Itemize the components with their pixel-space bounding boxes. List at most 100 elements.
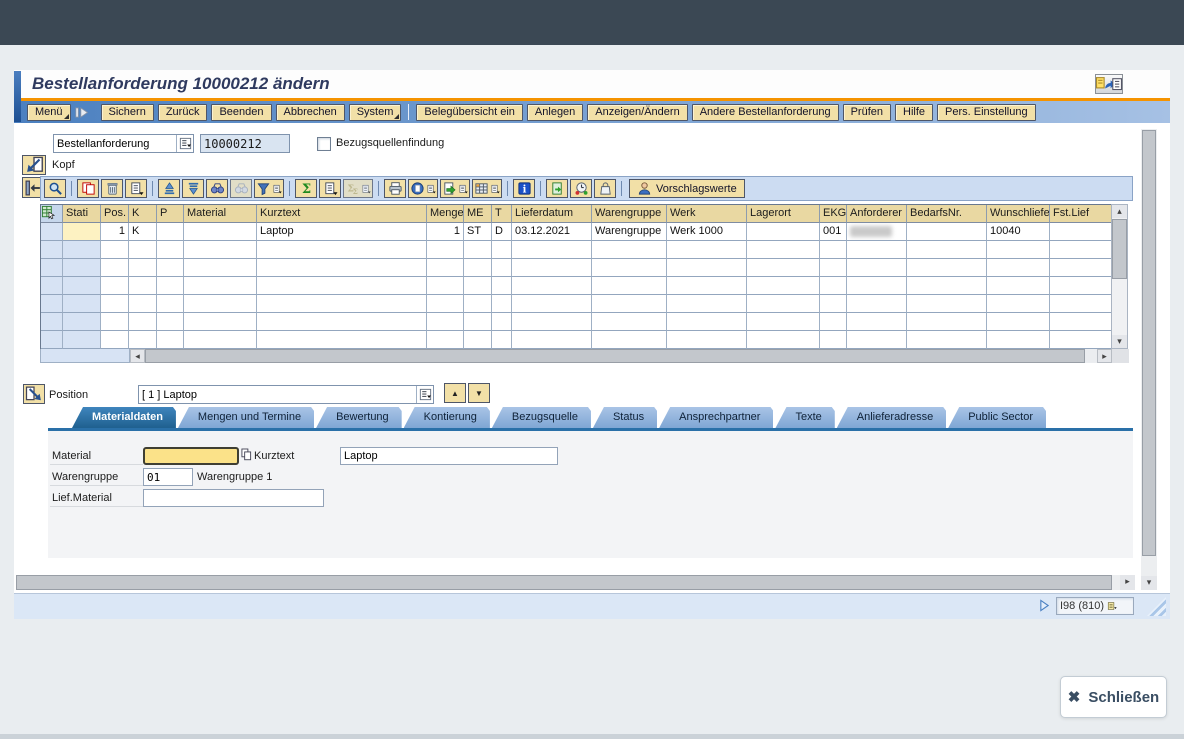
cell-t[interactable] — [492, 241, 512, 259]
status-play-icon[interactable] — [1039, 599, 1050, 612]
document-overview-button[interactable]: Belegübersicht ein — [416, 104, 523, 121]
cell-kurztext[interactable] — [257, 241, 427, 259]
display-change-button[interactable]: Anzeigen/Ändern — [587, 104, 687, 121]
other-requisition-button[interactable]: Andere Bestellanforderung — [692, 104, 839, 121]
cell-me[interactable] — [464, 295, 492, 313]
cell-werk[interactable] — [667, 241, 747, 259]
cell-t[interactable] — [492, 259, 512, 277]
cell-wunschliefer[interactable] — [987, 295, 1050, 313]
cell-kurztext[interactable] — [257, 331, 427, 349]
cell-wunschliefer[interactable] — [987, 241, 1050, 259]
cell-bedarfsnr[interactable] — [907, 331, 987, 349]
cell-lieferdatum[interactable] — [512, 331, 592, 349]
dropdown-icon[interactable] — [176, 135, 193, 152]
scroll-down-icon[interactable]: ▾ — [1112, 335, 1127, 348]
cell-werk[interactable] — [667, 331, 747, 349]
cell-ekg[interactable] — [820, 313, 847, 331]
cell-k[interactable] — [129, 295, 157, 313]
column-header-lagerort[interactable]: Lagerort — [747, 205, 820, 223]
cell-p[interactable] — [157, 295, 184, 313]
cell-werk[interactable] — [667, 259, 747, 277]
cell-t[interactable] — [492, 331, 512, 349]
cell-warengruppe[interactable] — [592, 331, 667, 349]
column-header-warengruppe[interactable]: Warengruppe — [592, 205, 667, 223]
tab-mengen-und-termine[interactable]: Mengen und Termine — [178, 407, 314, 428]
cell-sel[interactable] — [41, 277, 63, 295]
collapse-item-button[interactable] — [23, 384, 45, 404]
cell-stati[interactable] — [63, 331, 101, 349]
next-screen-icon[interactable] — [75, 104, 97, 120]
next-item-button[interactable]: ▼ — [468, 383, 490, 403]
cell-fstlief[interactable] — [1050, 331, 1112, 349]
scrollbar-thumb[interactable] — [145, 349, 1085, 363]
table-row-empty[interactable] — [41, 295, 1111, 313]
cell-wunschliefer[interactable] — [987, 313, 1050, 331]
cell-menge[interactable] — [427, 277, 464, 295]
cell-bedarfsnr[interactable] — [907, 241, 987, 259]
column-header-menge[interactable]: Menge — [427, 205, 464, 223]
cell-lieferdatum[interactable] — [512, 313, 592, 331]
scroll-right-icon[interactable]: ▸ — [1120, 575, 1135, 590]
cell-anforderer[interactable] — [847, 223, 907, 241]
cell-anforderer[interactable] — [847, 295, 907, 313]
cell-k[interactable] — [129, 331, 157, 349]
close-overlay-button[interactable]: ✖ Schließen — [1060, 676, 1167, 718]
table-row-empty[interactable] — [41, 241, 1111, 259]
cell-bedarfsnr[interactable] — [907, 295, 987, 313]
cell-lieferdatum[interactable] — [512, 295, 592, 313]
cell-kurztext[interactable] — [257, 259, 427, 277]
cell-anforderer[interactable] — [847, 259, 907, 277]
check-button[interactable]: Prüfen — [843, 104, 891, 121]
column-header-sel[interactable] — [41, 205, 63, 223]
cell-kurztext[interactable] — [257, 295, 427, 313]
cell-warengruppe[interactable] — [592, 313, 667, 331]
cell-menge[interactable] — [427, 295, 464, 313]
cell-p[interactable] — [157, 313, 184, 331]
column-header-werk[interactable]: Werk — [667, 205, 747, 223]
details-button[interactable] — [44, 179, 66, 198]
cell-pos[interactable] — [101, 295, 129, 313]
scroll-up-icon[interactable]: ▴ — [1112, 205, 1127, 218]
column-header-p[interactable]: P — [157, 205, 184, 223]
cell-lieferdatum[interactable] — [512, 259, 592, 277]
create-button[interactable]: Anlegen — [527, 104, 583, 121]
cell-p[interactable] — [157, 277, 184, 295]
cell-werk[interactable] — [667, 313, 747, 331]
cell-stati[interactable] — [63, 241, 101, 259]
cell-sel[interactable] — [41, 313, 63, 331]
cell-ekg[interactable] — [820, 277, 847, 295]
export-button[interactable] — [440, 179, 470, 198]
help-button[interactable]: Hilfe — [895, 104, 933, 121]
cell-sel[interactable] — [41, 223, 63, 241]
personal-settings-button[interactable]: Pers. Einstellung — [937, 104, 1036, 121]
find-button[interactable] — [206, 179, 228, 198]
cell-anforderer[interactable] — [847, 331, 907, 349]
cell-pos[interactable]: 1 — [101, 223, 129, 241]
cell-me[interactable] — [464, 277, 492, 295]
cell-me[interactable] — [464, 331, 492, 349]
cell-pos[interactable] — [101, 331, 129, 349]
cell-warengruppe[interactable] — [592, 259, 667, 277]
default-values-button[interactable]: Vorschlagswerte — [629, 179, 745, 198]
doc-menu-button[interactable] — [319, 179, 341, 198]
table-horizontal-scrollbar[interactable]: ◂ ▸ — [40, 349, 1129, 363]
save-button[interactable]: Sichern — [101, 104, 154, 121]
cell-lagerort[interactable] — [747, 223, 820, 241]
menu-button[interactable]: Menü — [27, 104, 71, 121]
cell-menge[interactable]: 1 — [427, 223, 464, 241]
doc-menu-button[interactable] — [125, 179, 147, 198]
cell-bedarfsnr[interactable] — [907, 277, 987, 295]
cell-lagerort[interactable] — [747, 313, 820, 331]
scroll-down-icon[interactable]: ▾ — [1141, 576, 1157, 590]
copy-value-icon[interactable] — [241, 448, 252, 461]
cell-me[interactable] — [464, 313, 492, 331]
sort-desc-button[interactable] — [182, 179, 204, 198]
cell-k[interactable] — [129, 277, 157, 295]
cell-p[interactable] — [157, 241, 184, 259]
cell-material[interactable] — [184, 277, 257, 295]
content-horizontal-scrollbar[interactable]: ▸ — [16, 575, 1135, 590]
cell-stati[interactable] — [63, 223, 101, 241]
cell-sel[interactable] — [41, 331, 63, 349]
cell-material[interactable] — [184, 295, 257, 313]
cell-me[interactable]: ST — [464, 223, 492, 241]
